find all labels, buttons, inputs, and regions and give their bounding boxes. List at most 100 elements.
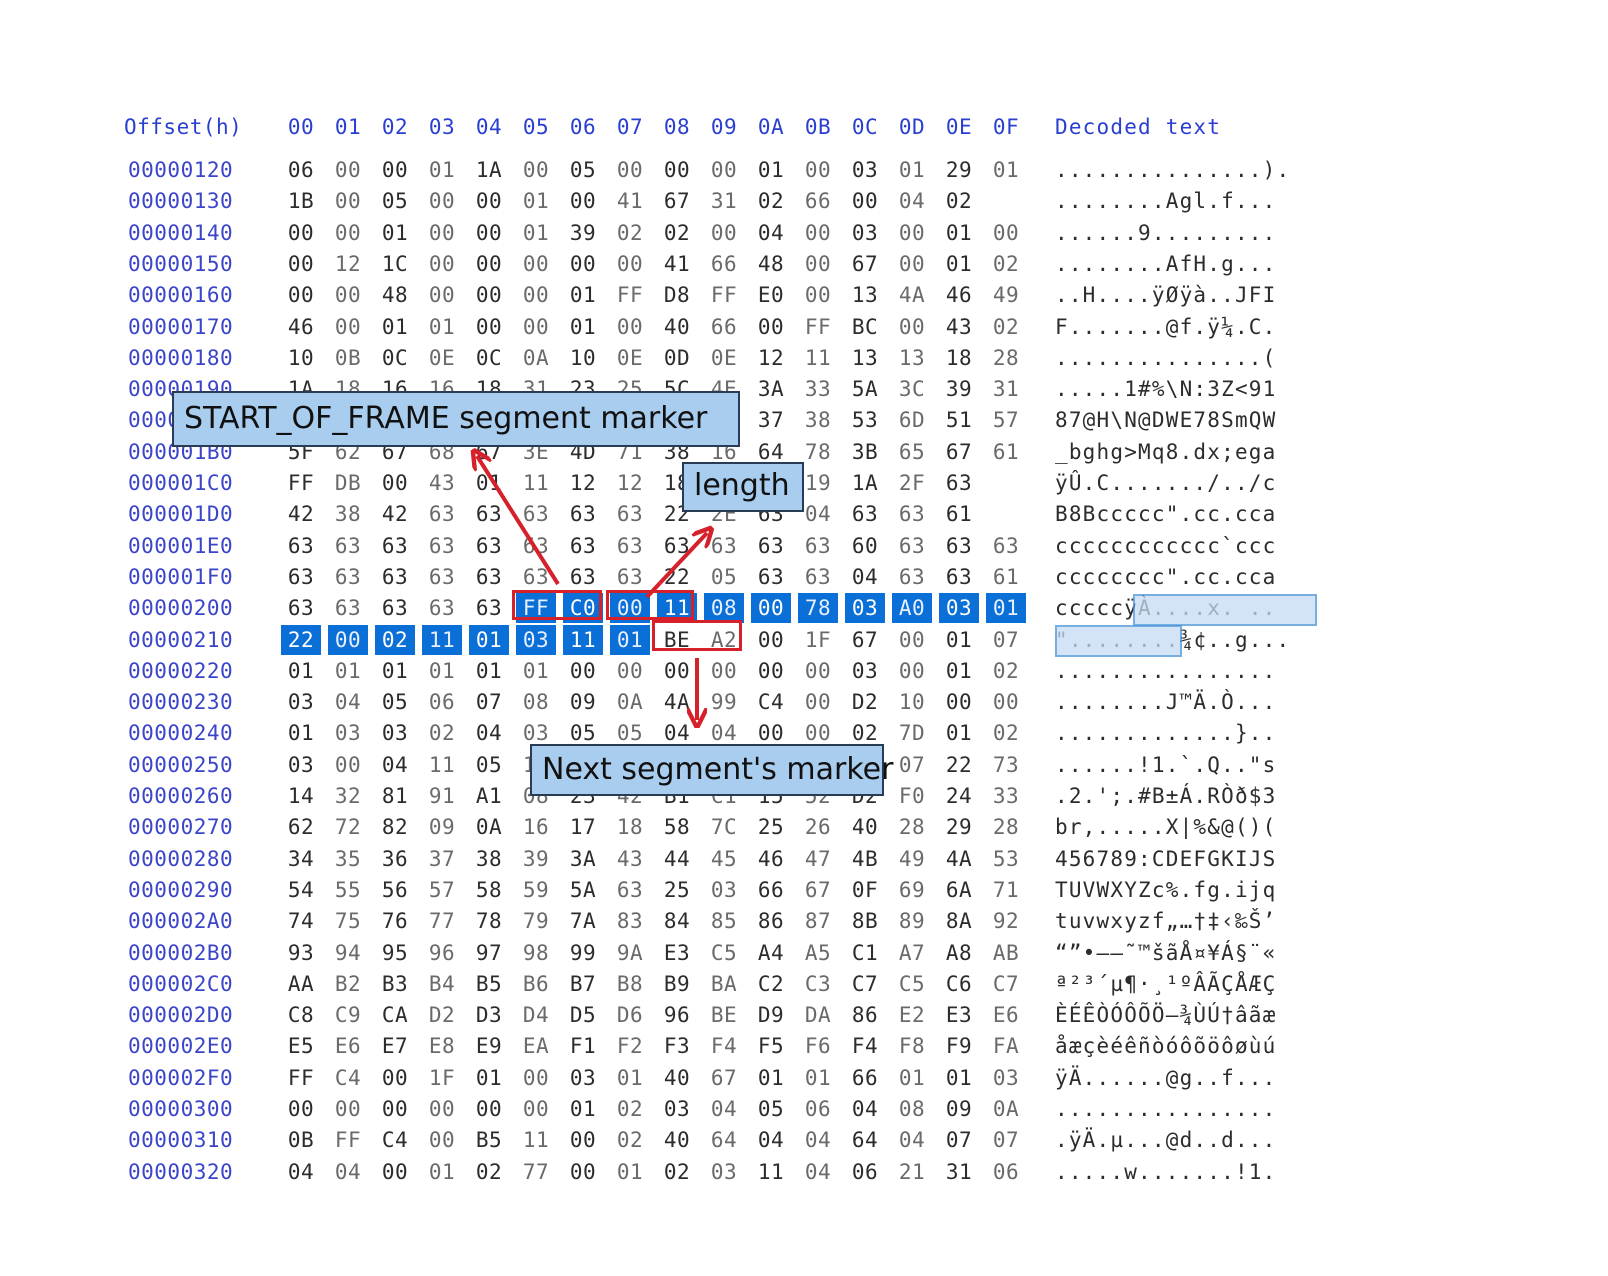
hex-byte[interactable]: 39	[939, 374, 979, 404]
hex-byte[interactable]: 63	[892, 562, 932, 592]
hex-byte[interactable]: 01	[610, 624, 650, 655]
hex-byte[interactable]: 01	[469, 468, 509, 498]
hex-byte[interactable]: B7	[563, 969, 603, 999]
hex-byte[interactable]: 00	[798, 249, 838, 279]
hex-byte[interactable]: E8	[422, 1031, 462, 1061]
hex-row[interactable]: 00000130 1B 00 05 00 00 01 00 41 67 31 02 66 00 04 02..…	[0, 186, 1608, 216]
hex-row[interactable]: 000001F0 63 63 63 63 63 63 63 63 22 05 63 63 04 63 63 61…	[0, 562, 1608, 592]
hex-byte[interactable]: F3	[657, 1031, 697, 1061]
hex-byte[interactable]: 00	[469, 312, 509, 342]
hex-byte[interactable]: 18	[939, 343, 979, 373]
hex-byte[interactable]: 36	[375, 844, 415, 874]
hex-byte[interactable]: 61	[986, 437, 1026, 467]
hex-byte[interactable]: 11	[422, 624, 462, 655]
hex-byte[interactable]: 69	[892, 875, 932, 905]
hex-byte[interactable]: 63	[328, 593, 368, 623]
decoded-text[interactable]: ÈÉÊÒÓÔÕÖ–¾ÙÚ†âãæ	[1055, 1000, 1315, 1030]
hex-row[interactable]: 00000210 22 00 02 11 01 03 11 01 BE A2 00 1F 67 00 01 07…	[0, 624, 1608, 655]
hex-byte[interactable]: E9	[469, 1031, 509, 1061]
hex-byte[interactable]: 18	[610, 812, 650, 842]
hex-byte[interactable]: 01	[469, 656, 509, 686]
hex-byte[interactable]: 05	[469, 750, 509, 780]
hex-byte[interactable]: 63	[798, 562, 838, 592]
hex-byte[interactable]: 00	[798, 687, 838, 717]
hex-byte[interactable]: 04	[469, 718, 509, 748]
hex-byte[interactable]: 02	[657, 218, 697, 248]
hex-byte[interactable]: 0D	[657, 343, 697, 373]
hex-byte[interactable]: F4	[845, 1031, 885, 1061]
hex-byte[interactable]: 08	[516, 687, 556, 717]
hex-byte[interactable]: 00	[328, 624, 368, 655]
hex-byte[interactable]: 63	[375, 531, 415, 561]
hex-byte[interactable]: 37	[422, 844, 462, 874]
hex-byte[interactable]: 02	[469, 1157, 509, 1187]
hex-byte[interactable]: 37	[751, 405, 791, 435]
hex-byte[interactable]: 00	[892, 218, 932, 248]
hex-byte[interactable]: 01	[422, 155, 462, 185]
hex-byte[interactable]: 03	[845, 218, 885, 248]
hex-byte[interactable]: 63	[281, 531, 321, 561]
hex-byte[interactable]: 64	[845, 1125, 885, 1155]
hex-byte[interactable]: 00	[281, 249, 321, 279]
hex-byte[interactable]: 3C	[892, 374, 932, 404]
hex-byte[interactable]: 63	[375, 593, 415, 623]
hex-byte[interactable]: 97	[469, 938, 509, 968]
hex-byte[interactable]: 63	[281, 562, 321, 592]
hex-byte[interactable]: 63	[469, 562, 509, 592]
hex-byte[interactable]: 04	[798, 1125, 838, 1155]
hex-byte[interactable]: AB	[986, 938, 1026, 968]
hex-byte[interactable]: 63	[892, 531, 932, 561]
decoded-text[interactable]: _bghg>Mq8.dx;ega	[1055, 437, 1315, 467]
hex-byte[interactable]: 01	[563, 1094, 603, 1124]
hex-byte[interactable]: 01	[422, 656, 462, 686]
hex-byte[interactable]: 02	[375, 624, 415, 655]
hex-byte[interactable]: 46	[751, 844, 791, 874]
hex-byte[interactable]: 03	[704, 1157, 744, 1187]
hex-row[interactable]: 000001C0FFDB00430111121218152F191A2F63ÿÛ…	[0, 468, 1608, 498]
hex-byte[interactable]: 87	[798, 906, 838, 936]
hex-byte[interactable]: 01	[939, 718, 979, 748]
hex-byte[interactable]: 01	[986, 593, 1026, 624]
hex-byte[interactable]: 63	[281, 593, 321, 623]
hex-byte[interactable]: C2	[751, 969, 791, 999]
hex-byte[interactable]: 63	[516, 499, 556, 529]
hex-byte[interactable]: 28	[986, 343, 1026, 373]
hex-byte[interactable]: 0E	[610, 343, 650, 373]
hex-byte[interactable]: 35	[328, 844, 368, 874]
hex-byte[interactable]: 00	[516, 249, 556, 279]
hex-byte[interactable]: 00	[328, 155, 368, 185]
hex-byte[interactable]: 00	[892, 656, 932, 686]
hex-byte[interactable]: 61	[986, 562, 1026, 592]
hex-byte[interactable]: 78	[469, 906, 509, 936]
hex-byte[interactable]: 00	[892, 312, 932, 342]
hex-byte[interactable]: C9	[328, 1000, 368, 1030]
hex-byte[interactable]: 01	[516, 186, 556, 216]
hex-byte[interactable]: 01	[422, 312, 462, 342]
hex-byte[interactable]: F5	[751, 1031, 791, 1061]
hex-byte[interactable]: 85	[704, 906, 744, 936]
hex-byte[interactable]: 0C	[375, 343, 415, 373]
hex-byte[interactable]: 38	[469, 844, 509, 874]
hex-row[interactable]: 00000280 34 35 36 37 38 39 3A 43 44 45 46 47 4B 49 4A 53…	[0, 844, 1608, 874]
hex-byte[interactable]: 02	[610, 1094, 650, 1124]
hex-byte[interactable]: 28	[986, 812, 1026, 842]
hex-byte[interactable]: 04	[704, 1094, 744, 1124]
hex-byte[interactable]: 31	[986, 374, 1026, 404]
hex-byte[interactable]: 00	[281, 280, 321, 310]
hex-byte[interactable]: 01	[328, 656, 368, 686]
hex-byte[interactable]: DB	[328, 468, 368, 498]
hex-byte[interactable]: 99	[704, 687, 744, 717]
hex-byte[interactable]: 34	[281, 844, 321, 874]
hex-byte[interactable]: C5	[892, 969, 932, 999]
hex-byte[interactable]: 01	[563, 280, 603, 310]
hex-byte[interactable]: 00	[422, 1125, 462, 1155]
hex-byte[interactable]: 25	[657, 875, 697, 905]
hex-byte[interactable]: 63	[328, 531, 368, 561]
hex-byte[interactable]: 63	[986, 531, 1026, 561]
hex-byte[interactable]: 84	[657, 906, 697, 936]
hex-byte[interactable]: 10	[892, 687, 932, 717]
hex-byte[interactable]: 0A	[986, 1094, 1026, 1124]
hex-byte[interactable]: B8	[610, 969, 650, 999]
decoded-text[interactable]: .....1#%\N:3Z<91	[1055, 374, 1315, 404]
hex-byte[interactable]: F8	[892, 1031, 932, 1061]
